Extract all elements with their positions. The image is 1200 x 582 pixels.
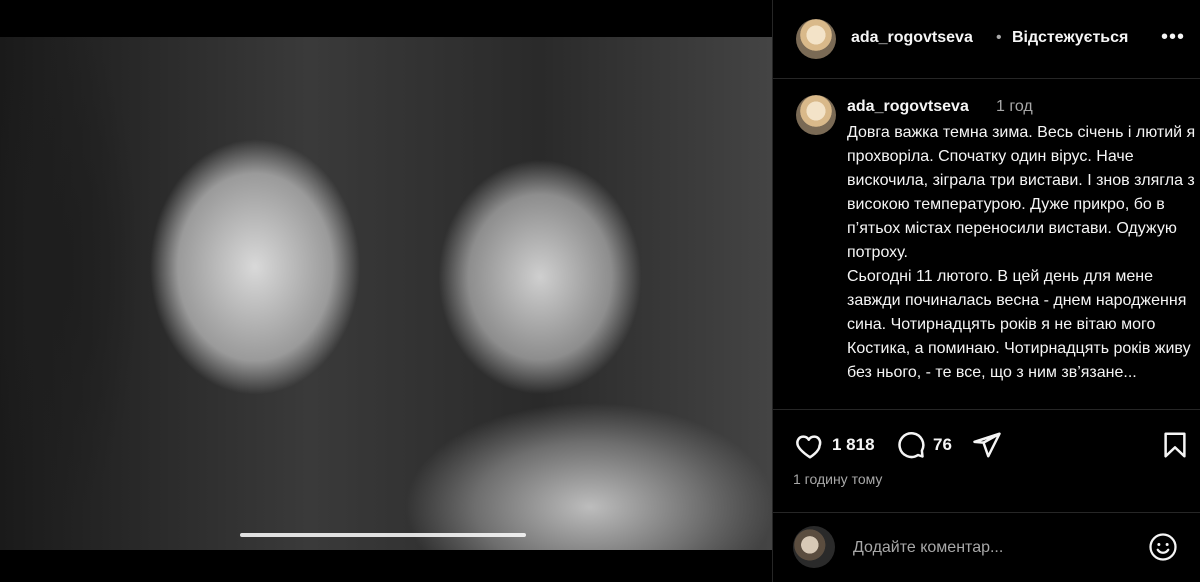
current-user-avatar — [793, 526, 835, 568]
share-icon[interactable] — [972, 430, 1002, 460]
author-avatar[interactable] — [796, 19, 836, 59]
caption-scroll-fade — [773, 395, 1200, 409]
save-icon[interactable] — [1160, 430, 1190, 460]
emoji-icon[interactable] — [1148, 532, 1178, 562]
post-media[interactable] — [0, 0, 772, 582]
add-comment-bar — [773, 512, 1200, 582]
caption-text: Довга важка темна зима. Весь січень і лю… — [847, 124, 1196, 381]
post-side-panel: ada_rogovtseva • Відстежується ••• ada_r… — [773, 0, 1200, 582]
caption-avatar[interactable] — [796, 95, 836, 135]
comment-icon[interactable] — [896, 430, 926, 460]
comment-input[interactable] — [851, 536, 1135, 560]
heart-icon[interactable] — [795, 431, 825, 461]
following-button[interactable]: Відстежується — [1012, 29, 1128, 47]
media-progress-bar — [240, 533, 526, 537]
more-horizontal-icon[interactable]: ••• — [1161, 26, 1185, 49]
post-photo[interactable] — [0, 37, 772, 550]
caption-username[interactable]: ada_rogovtseva — [847, 98, 969, 116]
comments-count[interactable]: 76 — [933, 435, 952, 455]
separator-dot: • — [996, 29, 1002, 46]
likes-count[interactable]: 1 818 — [832, 435, 875, 455]
caption-time[interactable]: 1 год — [996, 98, 1033, 116]
author-username[interactable]: ada_rogovtseva — [851, 29, 973, 47]
post-header: ada_rogovtseva • Відстежується ••• — [773, 0, 1200, 79]
caption-section[interactable]: ada_rogovtseva 1 год Довга важка темна з… — [773, 79, 1200, 409]
post-timestamp[interactable]: 1 годину тому — [793, 471, 882, 487]
post-actions: 1 818 76 1 годину тому — [773, 409, 1200, 513]
